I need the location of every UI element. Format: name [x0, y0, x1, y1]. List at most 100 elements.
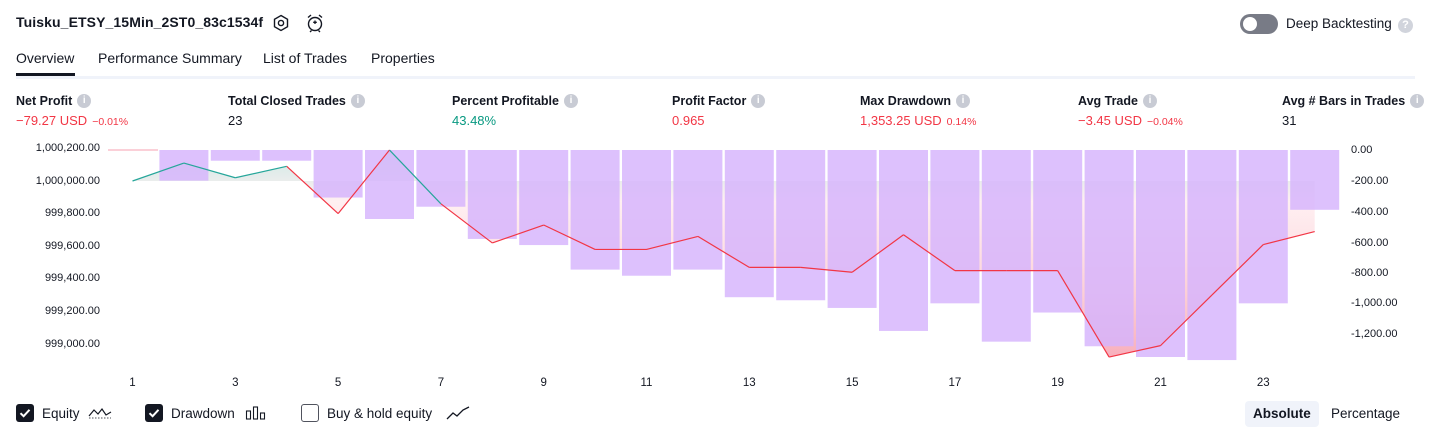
- right-axis-tick: -1,200.00: [1351, 328, 1398, 340]
- stat-label: Max Drawdown: [860, 94, 951, 108]
- info-icon[interactable]: i: [350, 94, 365, 108]
- tab-overview[interactable]: Overview: [16, 50, 74, 66]
- add-alert-icon[interactable]: [305, 13, 325, 33]
- x-axis-tick: 9: [540, 377, 547, 389]
- buyhold-line-icon: [446, 405, 470, 426]
- right-axis-tick: -400.00: [1351, 206, 1389, 218]
- stat-value: 1,353.25 USD: [860, 113, 942, 128]
- x-axis-tick: 17: [948, 377, 962, 389]
- drawdown-label: Drawdown: [171, 406, 235, 421]
- drawdown-bar: [1187, 150, 1237, 361]
- info-icon[interactable]: i: [77, 94, 92, 108]
- x-axis-tick: 13: [742, 377, 756, 389]
- stat-avg-bars-in-trades: Avg # Bars in Trades i 31: [1282, 94, 1425, 128]
- drawdown-bar: [827, 150, 877, 308]
- x-axis-tick: 1: [129, 377, 136, 389]
- stat-label: Total Closed Trades: [228, 94, 346, 108]
- drawdown-checkbox[interactable]: [145, 404, 163, 422]
- x-axis-tick: 11: [640, 377, 653, 389]
- tab-performance-summary[interactable]: Performance Summary: [98, 50, 242, 66]
- drawdown-bar: [1238, 150, 1288, 304]
- absolute-mode-button[interactable]: Absolute: [1245, 401, 1319, 427]
- deep-backtesting-label: Deep Backtesting: [1286, 16, 1392, 31]
- x-axis-tick: 7: [437, 377, 445, 389]
- buy-hold-equity-checkbox[interactable]: [301, 404, 319, 422]
- stat-avg-trade: Avg Trade i −3.45 USD −0.04%: [1078, 94, 1183, 128]
- right-axis-tick: -600.00: [1351, 237, 1389, 249]
- drawdown-bar: [724, 150, 774, 298]
- drawdown-bar: [262, 150, 312, 161]
- stat-percent: −0.01%: [92, 116, 129, 128]
- stat-net-profit: Net Profit i −79.27 USD −0.01%: [16, 94, 128, 128]
- stat-label: Avg Trade: [1078, 94, 1138, 108]
- help-icon[interactable]: ?: [1398, 18, 1413, 33]
- stat-max-drawdown: Max Drawdown i 1,353.25 USD 0.14%: [860, 94, 976, 128]
- right-axis-tick: -1,000.00: [1351, 297, 1398, 309]
- right-axis-tick: -200.00: [1351, 175, 1389, 187]
- equity-line-icon: [88, 405, 112, 426]
- stat-label: Net Profit: [16, 94, 73, 108]
- stat-value: −79.27 USD: [16, 113, 88, 128]
- stat-label: Profit Factor: [672, 94, 747, 108]
- equity-label: Equity: [42, 406, 80, 421]
- x-axis-tick: 5: [334, 377, 342, 389]
- equity-checkbox[interactable]: [16, 404, 34, 422]
- stat-value: 43.48%: [452, 113, 497, 128]
- drawdown-bar: [210, 150, 260, 161]
- info-icon[interactable]: i: [1142, 94, 1157, 108]
- settings-gear-icon[interactable]: [271, 13, 291, 33]
- right-axis-tick: -800.00: [1351, 267, 1389, 279]
- active-tab-indicator: [16, 73, 75, 76]
- right-axis-tick: 0.00: [1351, 144, 1373, 156]
- stat-label: Avg # Bars in Trades: [1282, 94, 1406, 108]
- left-axis-tick: 999,600.00: [44, 240, 100, 252]
- left-axis-tick: 1,000,000.00: [35, 175, 100, 187]
- stat-label: Percent Profitable: [452, 94, 559, 108]
- stat-percent: 0.14%: [946, 116, 977, 128]
- drawdown-bar: [416, 150, 466, 207]
- drawdown-bar: [1084, 150, 1134, 347]
- tab-list-of-trades[interactable]: List of Trades: [263, 50, 347, 66]
- stat-value: 0.965: [672, 113, 705, 128]
- left-axis-tick: 999,000.00: [44, 338, 100, 350]
- drawdown-bar: [159, 150, 209, 181]
- drawdown-bar: [622, 150, 671, 276]
- percentage-mode-button[interactable]: Percentage: [1323, 401, 1408, 427]
- stat-value: 23: [228, 113, 243, 128]
- drawdown-bar: [1136, 150, 1185, 357]
- equity-drawdown-chart: [108, 149, 1340, 361]
- stat-profit-factor: Profit Factor i 0.965: [672, 94, 766, 128]
- strategy-title: Tuisku_ETSY_15Min_2ST0_83c1534f: [16, 14, 264, 30]
- drawdown-bar: [673, 150, 723, 270]
- stat-value: 31: [1282, 113, 1297, 128]
- drawdown-bar: [1033, 150, 1083, 313]
- stat-percent: −0.04%: [1146, 116, 1183, 128]
- info-icon[interactable]: i: [1410, 94, 1425, 108]
- drawdown-bar: [879, 150, 928, 331]
- buy-hold-equity-label: Buy & hold equity: [327, 406, 433, 421]
- stat-total-closed-trades: Total Closed Trades i 23: [228, 94, 365, 128]
- drawdown-bar: [313, 150, 363, 198]
- x-axis-tick: 15: [845, 377, 859, 389]
- drawdown-bar: [981, 150, 1031, 342]
- stat-value: −3.45 USD: [1078, 113, 1142, 128]
- drawdown-bar: [570, 150, 620, 270]
- drawdown-bars-icon: [245, 405, 267, 426]
- drawdown-bar: [467, 150, 517, 239]
- left-axis-tick: 999,200.00: [44, 305, 100, 317]
- drawdown-bar: [365, 150, 414, 219]
- toggle-knob: [1243, 17, 1257, 31]
- deep-backtesting-toggle[interactable]: [1240, 14, 1278, 34]
- drawdown-bar: [776, 150, 826, 301]
- stat-percent-profitable: Percent Profitable i 43.48%: [452, 94, 578, 128]
- info-icon[interactable]: i: [751, 94, 766, 108]
- info-icon[interactable]: i: [956, 94, 970, 108]
- x-axis-tick: 3: [232, 377, 239, 389]
- x-axis-tick: 23: [1256, 377, 1270, 389]
- drawdown-bar: [1290, 150, 1340, 210]
- info-icon[interactable]: i: [563, 94, 578, 108]
- x-axis-tick: 19: [1051, 377, 1065, 389]
- left-axis-tick: 1,000,200.00: [35, 142, 100, 154]
- left-axis-tick: 999,800.00: [44, 207, 100, 219]
- tab-properties[interactable]: Properties: [371, 50, 435, 66]
